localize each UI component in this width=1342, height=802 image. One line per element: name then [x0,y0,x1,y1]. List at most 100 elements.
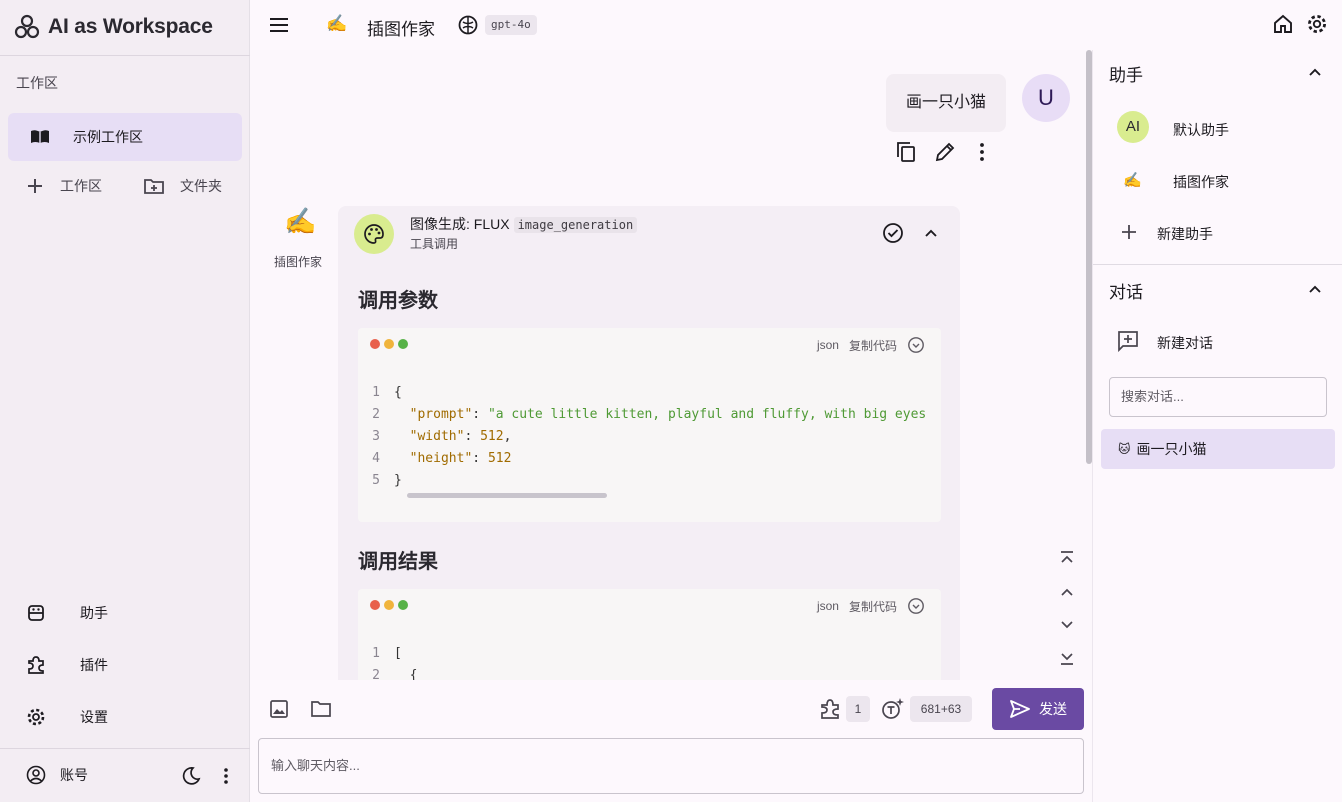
window-dots [370,339,412,349]
add-comment-icon [1118,331,1138,352]
app-title: AI as Workspace [48,15,213,38]
bot-name: 插图作家 [274,255,323,269]
new-assistant-button[interactable]: 新建助手 [1157,224,1213,244]
gear-icon [27,708,45,726]
more-vert-icon[interactable] [972,141,992,163]
line-number: 5 [372,473,380,488]
line-number: 4 [372,451,380,466]
line-number: 2 [372,407,380,422]
more-vert-icon[interactable] [216,766,236,786]
new-conversation-button[interactable]: 新建对话 [1157,333,1213,353]
conversation-search-input[interactable]: 搜索对话... [1109,377,1327,417]
left-sidebar: AI as Workspace 工作区 示例工作区 工作区 文件夹 助手 插件 … [0,0,250,802]
scroll-down-icon[interactable] [1060,617,1074,633]
collapse-circle-icon[interactable] [907,336,925,354]
code-string: "a cute little kitten, playful and fluff… [487,407,927,422]
robot-icon [28,605,44,621]
add-folder-button[interactable]: 文件夹 [144,176,222,196]
user-avatar: U [1022,74,1070,122]
palette-icon [364,224,384,244]
chevron-up-icon[interactable] [1307,64,1323,80]
add-workspace-button[interactable]: 工作区 [26,176,102,196]
code-sep: : [472,407,488,422]
code-line: 1[ [358,643,928,665]
result-code: 1[2 { [358,643,928,680]
tool-subtitle: 工具调用 [410,237,459,251]
send-label: 发送 [1039,701,1067,717]
chevron-up-icon[interactable] [1307,281,1323,297]
assistant-emoji: ✍️ [326,14,348,33]
puzzle-icon[interactable] [819,698,841,720]
scroll-top-icon[interactable] [1060,550,1074,566]
sidebar-item-assistants[interactable]: 助手 [26,603,108,623]
folder-icon[interactable] [310,699,332,719]
settings-gear-icon[interactable] [1306,13,1328,35]
edit-pencil-icon[interactable] [934,141,956,163]
token-sparkle-icon [882,698,904,719]
menu-icon[interactable] [268,14,290,36]
account-circle-icon [26,765,46,785]
copy-icon[interactable] [896,141,916,163]
plus-icon [28,179,42,193]
divider [0,55,250,56]
app-logo: AI as Workspace [14,12,213,42]
top-bar: ✍️ 插图作家 gpt-4o [250,0,1342,50]
code-text: { [394,385,402,400]
assistant-item-default[interactable]: 默认助手 [1173,120,1229,140]
folder-plus-icon [144,179,164,194]
sidebar-item-label: 助手 [80,605,108,621]
home-icon[interactable] [1272,13,1294,35]
assistant-name[interactable]: 插图作家 [367,15,435,40]
chat-area[interactable]: 画一只小猫 U ✍️ 插图作家 图像生成: FLUX image_generati… [250,50,1092,680]
plugin-count-badge: 1 [846,696,870,722]
right-panel: 助手 AI 默认助手 ✍️ 插图作家 新建助手 对话 新建对话 搜索对话... … [1092,50,1342,802]
chevron-up-icon[interactable] [922,224,940,242]
sidebar-item-settings[interactable]: 设置 [26,707,108,727]
tool-call-card: 图像生成: FLUX image_generation 工具调用 调用参数 jso… [338,206,960,680]
dark-mode-moon-icon[interactable] [181,766,201,786]
assistant-item-illustrator[interactable]: 插图作家 [1173,172,1229,192]
scroll-bottom-icon[interactable] [1060,650,1074,666]
account-button[interactable]: 账号 [26,765,88,785]
line-number: 1 [372,646,380,661]
tool-code-name: image_generation [513,217,638,233]
sidebar-item-plugins[interactable]: 插件 [26,655,108,675]
image-icon[interactable] [269,699,289,719]
divider [1093,264,1342,265]
divider [0,748,250,749]
sidebar-item-label: 设置 [80,709,108,725]
horizontal-scrollbar[interactable] [407,493,607,498]
add-folder-label: 文件夹 [180,178,222,194]
code-sep: : [472,451,488,466]
params-code-block: json 复制代码 1{2 "prompt": "a cute little k… [358,328,941,522]
workspace-section-label: 工作区 [16,75,58,91]
plus-icon [1122,225,1136,239]
code-sep: , [503,429,512,444]
line-number: 3 [372,429,380,444]
code-text: } [394,473,402,488]
workspace-item[interactable]: 示例工作区 [8,113,242,161]
tool-avatar [354,214,394,254]
code-number: 512 [487,451,512,466]
scroll-up-icon[interactable] [1060,584,1074,600]
line-number: 1 [372,385,380,400]
code-line: 2 "prompt": "a cute little kitten, playf… [358,404,928,426]
copy-code-button[interactable]: 复制代码 [849,337,897,354]
assistant-emoji: ✍️ [1123,172,1142,189]
sidebar-item-label: 插件 [80,657,108,673]
model-chip[interactable]: gpt-4o [485,15,537,35]
send-button[interactable]: 发送 [992,688,1084,730]
bot-avatar-emoji: ✍️ [284,206,317,236]
cat-emoji: 🐱 [1118,442,1131,456]
collapse-circle-icon[interactable] [907,597,925,615]
chat-input[interactable]: 输入聊天内容... [258,738,1084,794]
copy-code-button[interactable]: 复制代码 [849,598,897,615]
book-icon [31,130,49,143]
result-heading: 调用结果 [358,551,438,573]
hexagon-logo-icon [14,14,40,39]
input-bar: 1 681+63 发送 输入聊天内容... [250,680,1092,802]
conversation-item[interactable]: 🐱 画一只小猫 [1101,429,1335,469]
